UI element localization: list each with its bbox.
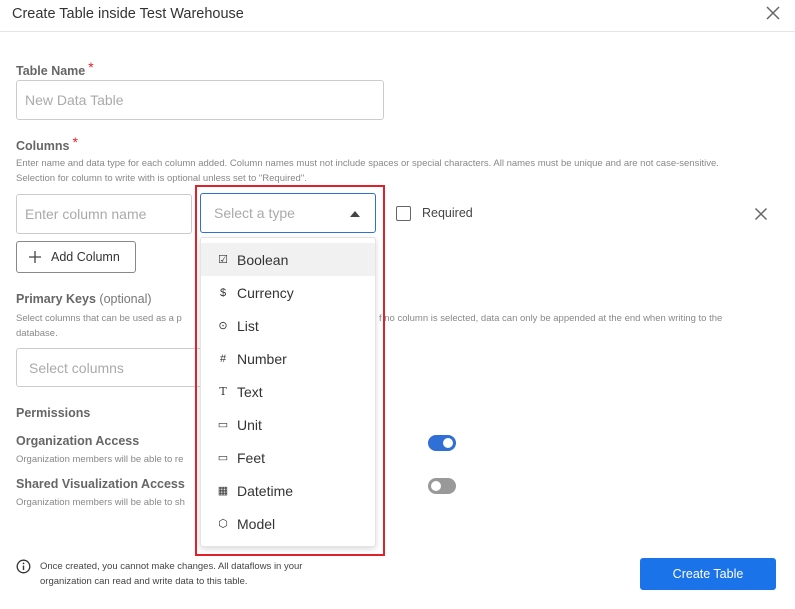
primary-keys-label: Primary Keys (optional) [16, 292, 152, 306]
optional-label: (optional) [99, 292, 152, 306]
remove-column-icon[interactable] [754, 207, 768, 221]
primary-keys-help-right: f no column is selected, data can only b… [379, 311, 722, 326]
add-column-label: Add Column [51, 250, 120, 264]
annotation-highlight-box [195, 185, 385, 556]
toggle-knob [431, 481, 441, 491]
column-name-placeholder: Enter column name [25, 206, 147, 222]
columns-label: Columns * [16, 134, 78, 153]
primary-keys-select[interactable]: Select columns [16, 348, 206, 387]
table-name-label-text: Table Name [16, 64, 86, 78]
columns-help: Enter name and data type for each column… [16, 156, 791, 186]
columns-label-text: Columns [16, 139, 70, 153]
primary-keys-label-text: Primary Keys [16, 292, 96, 306]
dialog-header: Create Table inside Test Warehouse [0, 0, 795, 32]
primary-keys-help-line1: Select columns that can be used as a p [16, 313, 182, 324]
shared-vis-label: Shared Visualization Access [16, 477, 185, 491]
permissions-heading: Permissions [16, 406, 91, 420]
column-name-input[interactable]: Enter column name [16, 194, 192, 234]
create-table-button[interactable]: Create Table [640, 558, 776, 590]
columns-help-line2: Selection for column to write with is op… [16, 173, 307, 184]
primary-keys-placeholder: Select columns [29, 359, 124, 376]
footer-note-line2: organization can read and write data to … [40, 575, 248, 587]
table-name-input[interactable]: New Data Table [16, 80, 384, 120]
org-access-help: Organization members will be able to re [16, 454, 184, 465]
required-checkbox[interactable] [396, 206, 411, 221]
org-access-toggle[interactable] [428, 435, 456, 451]
close-icon[interactable] [765, 5, 781, 21]
table-name-placeholder: New Data Table [25, 92, 124, 108]
dialog-title: Create Table inside Test Warehouse [12, 6, 244, 22]
shared-vis-help: Organization members will be able to sh [16, 497, 185, 508]
footer-note: Once created, you cannot make changes. A… [40, 560, 340, 589]
footer-note-line1: Once created, you cannot make changes. A… [40, 561, 303, 572]
columns-help-line1: Enter name and data type for each column… [16, 158, 719, 169]
add-column-button[interactable]: Add Column [16, 241, 136, 273]
required-mark: * [72, 134, 78, 150]
info-icon [16, 559, 31, 574]
primary-keys-help-line2: database. [16, 328, 58, 339]
primary-keys-help-line1-right: f no column is selected, data can only b… [379, 313, 723, 324]
table-name-label: Table Name * [16, 59, 94, 78]
required-mark: * [88, 59, 94, 75]
toggle-knob [443, 438, 453, 448]
primary-keys-help-left: Select columns that can be used as a p d… [16, 311, 182, 341]
required-label: Required [422, 206, 473, 220]
plus-icon [29, 251, 41, 263]
org-access-label: Organization Access [16, 434, 140, 448]
shared-vis-toggle[interactable] [428, 478, 456, 494]
